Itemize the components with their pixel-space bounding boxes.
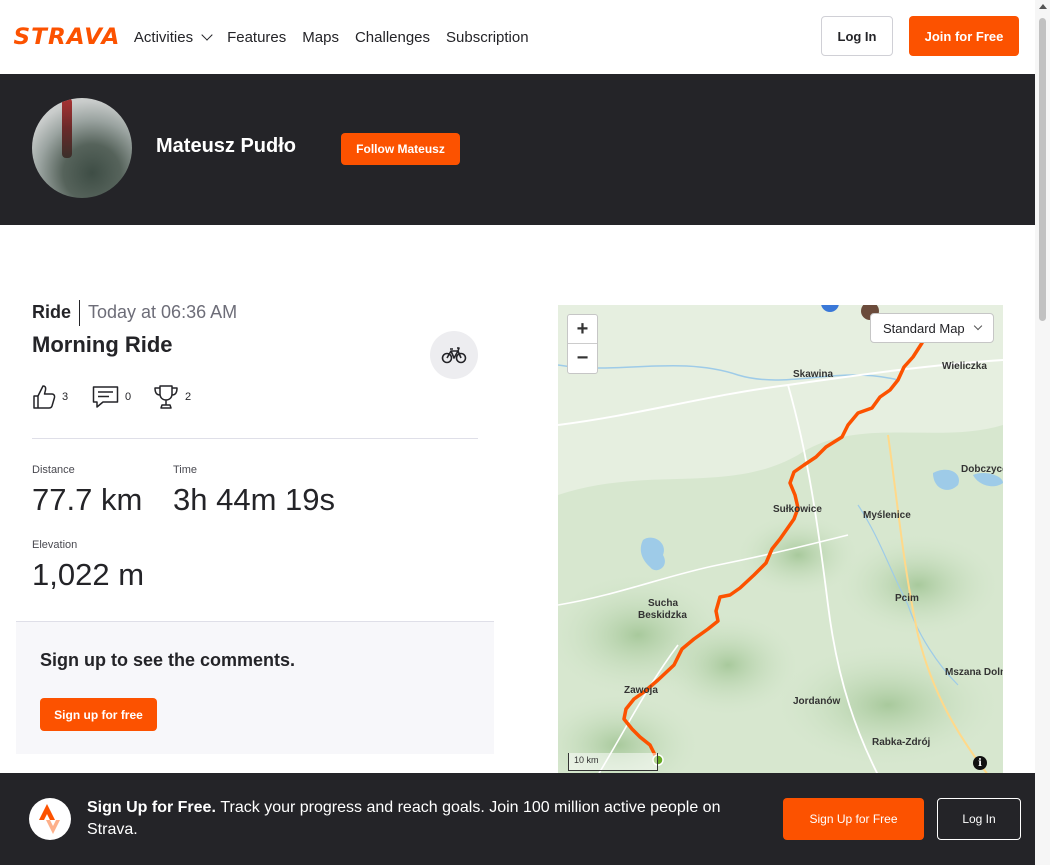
banner-signup-button[interactable]: Sign Up for Free <box>783 798 924 840</box>
comments-group[interactable]: 0 <box>92 384 131 410</box>
kudos-group[interactable]: 3 <box>32 384 68 410</box>
achievements-count: 2 <box>185 391 192 403</box>
page: STRAVA Activities Features Maps Challeng… <box>0 0 1050 865</box>
time-value: 3h 44m 19s <box>173 482 335 517</box>
sport-badge <box>430 331 478 379</box>
trophy-icon <box>154 385 178 409</box>
place-label: Pcim <box>895 593 919 604</box>
chevron-down-icon <box>973 321 982 330</box>
activity-name: Morning Ride <box>32 332 173 357</box>
nav-features[interactable]: Features <box>227 29 286 46</box>
time-label: Time <box>173 464 198 476</box>
activity-time: Today at 06:36 AM <box>88 302 238 322</box>
map-style-select[interactable]: Standard Map <box>870 313 994 343</box>
nav-activities-label: Activities <box>133 28 194 46</box>
scroll-up-arrow-icon[interactable] <box>1039 4 1047 9</box>
athlete-avatar[interactable] <box>32 98 132 198</box>
activity-header-divider <box>79 300 80 326</box>
place-label: Beskidzka <box>638 610 687 621</box>
place-label: Mszana Dolna <box>945 667 1003 678</box>
place-label: Dobczyce <box>961 464 1003 475</box>
signup-banner: Sign Up for Free. Track your progress an… <box>0 773 1035 865</box>
place-label: Skawina <box>793 369 833 380</box>
nav-challenges[interactable]: Challenges <box>355 29 430 46</box>
strava-chevron-icon <box>39 804 60 834</box>
banner-headline: Sign Up for Free. <box>87 799 221 816</box>
place-label: Rabka-Zdrój <box>872 737 931 748</box>
avatar-person-figure <box>62 98 72 158</box>
athlete-header: Mateusz Pudło Follow Mateusz <box>0 74 1035 225</box>
comments-signup-title: Sign up to see the comments. <box>40 650 296 670</box>
place-label: Wieliczka <box>942 361 987 372</box>
comments-signup-box: Sign up to see the comments. Sign up for… <box>16 621 494 754</box>
place-label: Zawoja <box>624 685 658 696</box>
place-label: Myślenice <box>863 510 911 521</box>
nav-activities[interactable]: Activities <box>133 28 213 46</box>
map-scale: 10 km <box>568 753 658 771</box>
comments-count: 0 <box>125 391 132 403</box>
zoom-out-button[interactable]: − <box>568 344 597 373</box>
distance-label: Distance <box>32 464 75 476</box>
strava-app-logo-icon <box>29 798 71 840</box>
info-icon[interactable]: i <box>973 756 987 770</box>
page-scrollbar[interactable] <box>1035 0 1050 865</box>
comment-icon <box>92 386 119 408</box>
kudos-count: 3 <box>62 391 69 403</box>
scrollbar-thumb[interactable] <box>1039 18 1046 321</box>
comments-signup-button[interactable]: Sign up for free <box>40 698 157 731</box>
follow-button[interactable]: Follow Mateusz <box>341 133 460 165</box>
nav-subscription[interactable]: Subscription <box>446 29 529 46</box>
zoom-controls: + − <box>567 314 598 374</box>
route-map[interactable]: Skawina Wieliczka Dobczyce Sułkowice Myś… <box>558 305 1003 775</box>
zoom-in-button[interactable]: + <box>568 315 597 344</box>
join-button[interactable]: Join for Free <box>909 16 1019 56</box>
stats-divider <box>32 438 478 439</box>
elevation-label: Elevation <box>32 539 78 551</box>
activity-type: Ride <box>32 302 72 322</box>
map-style-label: Standard Map <box>883 320 965 336</box>
top-navigation: STRAVA Activities Features Maps Challeng… <box>0 0 1035 74</box>
athlete-name[interactable]: Mateusz Pudło <box>156 135 296 158</box>
place-label: Sułkowice <box>773 504 822 515</box>
place-label: Jordanów <box>793 696 840 707</box>
banner-login-button[interactable]: Log In <box>937 798 1021 840</box>
banner-text: Sign Up for Free. Track your progress an… <box>87 797 767 841</box>
thumbs-up-icon <box>33 385 56 409</box>
nav-maps[interactable]: Maps <box>302 29 339 46</box>
distance-value: 77.7 km <box>32 482 143 517</box>
map-canvas[interactable]: Skawina Wieliczka Dobczyce Sułkowice Myś… <box>558 305 1003 775</box>
chevron-down-icon <box>201 28 213 41</box>
elevation-value: 1,022 m <box>32 557 145 592</box>
achievements-group[interactable]: 2 <box>153 384 191 410</box>
login-button[interactable]: Log In <box>821 16 893 56</box>
place-label: Sucha <box>648 598 678 609</box>
strava-logo[interactable]: STRAVA <box>13 25 120 50</box>
bike-icon <box>441 347 467 364</box>
